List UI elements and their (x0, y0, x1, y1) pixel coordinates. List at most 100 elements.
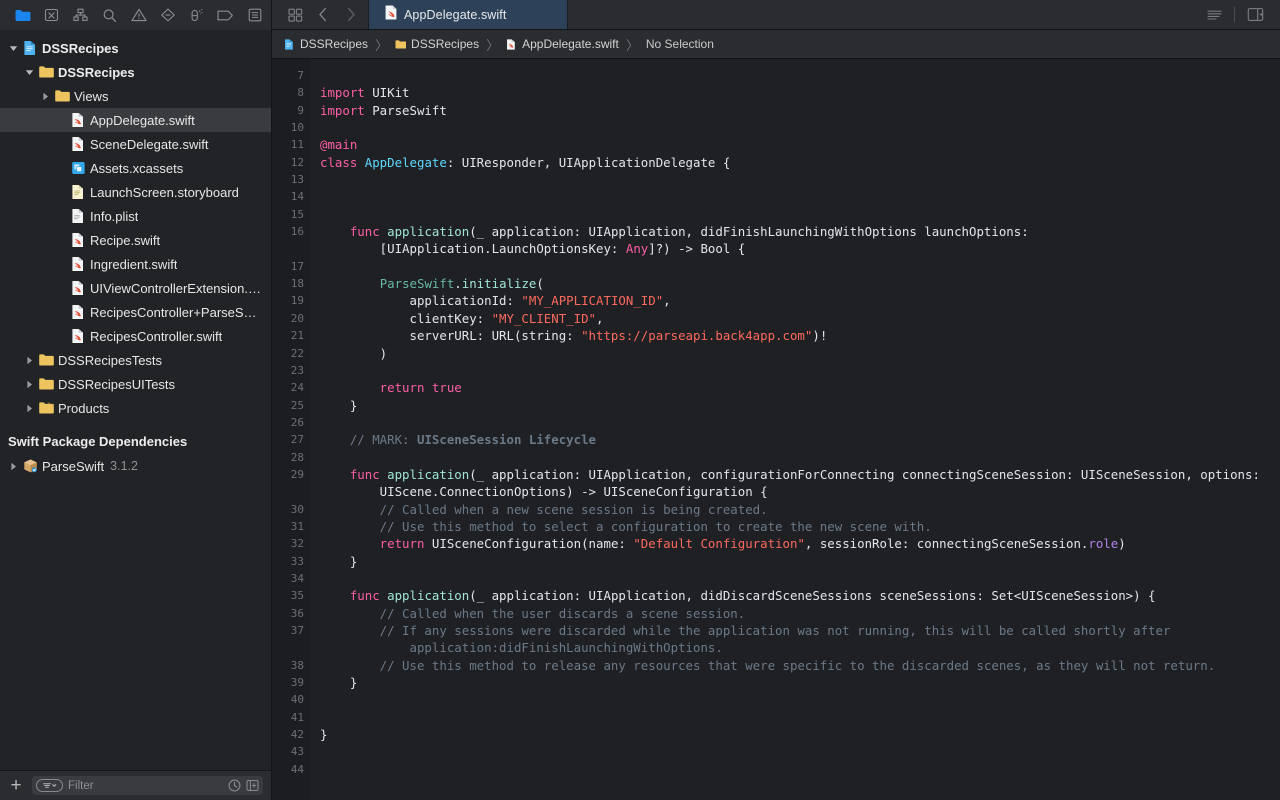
file-tree-row[interactable]: DSSRecipesUITests (0, 372, 271, 396)
chevron-right-icon[interactable] (338, 2, 364, 28)
swift-file-icon (68, 136, 88, 152)
code-line[interactable]: } (320, 674, 1280, 691)
code-line[interactable] (320, 743, 1280, 760)
report-navigator-icon[interactable] (240, 4, 269, 26)
chevron-left-icon[interactable] (310, 2, 336, 28)
debug-navigator-icon[interactable] (182, 4, 211, 26)
code-line[interactable] (320, 709, 1280, 726)
source-editor[interactable]: 7 8 9 10 11 12 13 14 15 16 17 18 19 20 21 22 23 24 25 26 27 2… (272, 59, 1280, 800)
code-line[interactable]: applicationId: "MY_APPLICATION_ID", (320, 292, 1280, 309)
code-line[interactable]: } (320, 726, 1280, 743)
code-token: applicationId: (320, 293, 522, 309)
source-control-navigator-icon[interactable] (37, 4, 66, 26)
code-line[interactable]: } (320, 397, 1280, 414)
code-line[interactable]: func application(_ application: UIApplic… (320, 223, 1280, 240)
code-line[interactable]: UIScene.ConnectionOptions) -> UISceneCon… (320, 483, 1280, 500)
inspector-toggle-icon[interactable] (1240, 2, 1270, 28)
file-tree-row[interactable]: RecipesController.swift (0, 324, 271, 348)
file-tree-row[interactable]: Assets.xcassets (0, 156, 271, 180)
breadcrumb-item[interactable]: No Selection (644, 37, 716, 51)
test-navigator-icon[interactable] (153, 4, 182, 26)
code-line[interactable]: clientKey: "MY_CLIENT_ID", (320, 310, 1280, 327)
file-tree-label: DSSRecipes (58, 64, 135, 80)
code-line[interactable] (320, 414, 1280, 431)
code-line[interactable] (320, 570, 1280, 587)
file-tree-row[interactable]: Views (0, 84, 271, 108)
code-line[interactable]: // If any sessions were discarded while … (320, 622, 1280, 639)
code-line[interactable]: return true (320, 379, 1280, 396)
disclosure-closed-icon[interactable] (22, 356, 36, 365)
file-tree-row[interactable]: UIViewControllerExtension.s… (0, 276, 271, 300)
code-line[interactable]: serverURL: URL(string: "https://parseapi… (320, 327, 1280, 344)
symbol-navigator-icon[interactable] (66, 4, 95, 26)
line-number: 25 (290, 398, 304, 412)
package-item[interactable]: ParseSwift 3.1.2 (0, 454, 271, 478)
code-line[interactable]: // Use this method to release any resour… (320, 657, 1280, 674)
disclosure-open-icon[interactable] (22, 68, 36, 77)
minimap-icon[interactable] (1199, 2, 1229, 28)
filter-input[interactable]: Filter (32, 776, 263, 795)
file-tree-row[interactable]: DSSRecipesTests (0, 348, 271, 372)
code-line[interactable] (320, 188, 1280, 205)
code-line[interactable]: // Called when a new scene session is be… (320, 501, 1280, 518)
tab-appdelegate-swift[interactable]: AppDelegate.swift (368, 0, 568, 29)
code-line[interactable]: // Use this method to select a configura… (320, 518, 1280, 535)
code-line[interactable]: import ParseSwift (320, 102, 1280, 119)
code-line[interactable]: [UIApplication.LaunchOptionsKey: Any]?) … (320, 240, 1280, 257)
disclosure-closed-icon[interactable] (6, 462, 20, 471)
issue-navigator-icon[interactable] (124, 4, 153, 26)
file-tree-row[interactable]: Recipe.swift (0, 228, 271, 252)
file-tree-row[interactable]: LaunchScreen.storyboard (0, 180, 271, 204)
line-number: 22 (290, 346, 304, 360)
code-line[interactable]: ParseSwift.initialize( (320, 275, 1280, 292)
find-navigator-icon[interactable] (95, 4, 124, 26)
code-line[interactable]: } (320, 553, 1280, 570)
code-line[interactable]: application:didFinishLaunchingWithOption… (320, 639, 1280, 656)
clock-icon[interactable] (228, 779, 241, 792)
breadcrumb-item[interactable]: DSSRecipes (282, 37, 370, 51)
code-line[interactable]: func application(_ application: UIApplic… (320, 587, 1280, 604)
filter-placeholder: Filter (68, 779, 94, 792)
file-tree-row[interactable]: DSSRecipes (0, 36, 271, 60)
file-tree-row[interactable]: Products (0, 396, 271, 420)
file-tree-label: SceneDelegate.swift (90, 136, 209, 152)
code-line[interactable]: return UISceneConfiguration(name: "Defau… (320, 535, 1280, 552)
disclosure-closed-icon[interactable] (22, 380, 36, 389)
code-content[interactable]: import UIKit import ParseSwift @main class… (310, 59, 1280, 800)
code-line[interactable] (320, 119, 1280, 136)
code-line[interactable]: func application(_ application: UIApplic… (320, 466, 1280, 483)
code-line[interactable]: @main (320, 136, 1280, 153)
file-tree-row[interactable]: Ingredient.swift (0, 252, 271, 276)
code-line[interactable] (320, 362, 1280, 379)
add-file-button[interactable]: + (8, 776, 24, 795)
code-line[interactable] (320, 449, 1280, 466)
code-line[interactable]: import UIKit (320, 84, 1280, 101)
code-line[interactable] (320, 761, 1280, 778)
file-tree-row[interactable]: AppDelegate.swift (0, 108, 271, 132)
file-tree-row[interactable]: DSSRecipes (0, 60, 271, 84)
disclosure-closed-icon[interactable] (38, 92, 52, 101)
filter-options-icon[interactable] (36, 779, 63, 792)
code-line[interactable] (320, 258, 1280, 275)
code-line[interactable] (320, 171, 1280, 188)
code-line[interactable]: // Called when the user discards a scene… (320, 605, 1280, 622)
code-line[interactable] (320, 691, 1280, 708)
grid-view-icon[interactable] (282, 2, 308, 28)
breadcrumb-item[interactable]: DSSRecipes (393, 37, 481, 51)
code-line[interactable] (320, 67, 1280, 84)
code-line[interactable]: ) (320, 345, 1280, 362)
project-navigator-icon[interactable] (8, 4, 37, 26)
file-tree-row[interactable]: SceneDelegate.swift (0, 132, 271, 156)
file-tree-row[interactable]: Info.plist (0, 204, 271, 228)
disclosure-closed-icon[interactable] (22, 404, 36, 413)
code-line[interactable]: class AppDelegate: UIResponder, UIApplic… (320, 154, 1280, 171)
code-line[interactable] (320, 206, 1280, 223)
breakpoint-navigator-icon[interactable] (211, 4, 240, 26)
breadcrumb-item[interactable]: AppDelegate.swift (504, 37, 621, 51)
tab-label: AppDelegate.swift (404, 7, 507, 22)
filter-scm-icon[interactable] (246, 779, 259, 792)
code-line[interactable]: // MARK: UISceneSession Lifecycle (320, 431, 1280, 448)
disclosure-open-icon[interactable] (6, 44, 20, 53)
file-tree-row[interactable]: RecipesController+ParseSwift… (0, 300, 271, 324)
